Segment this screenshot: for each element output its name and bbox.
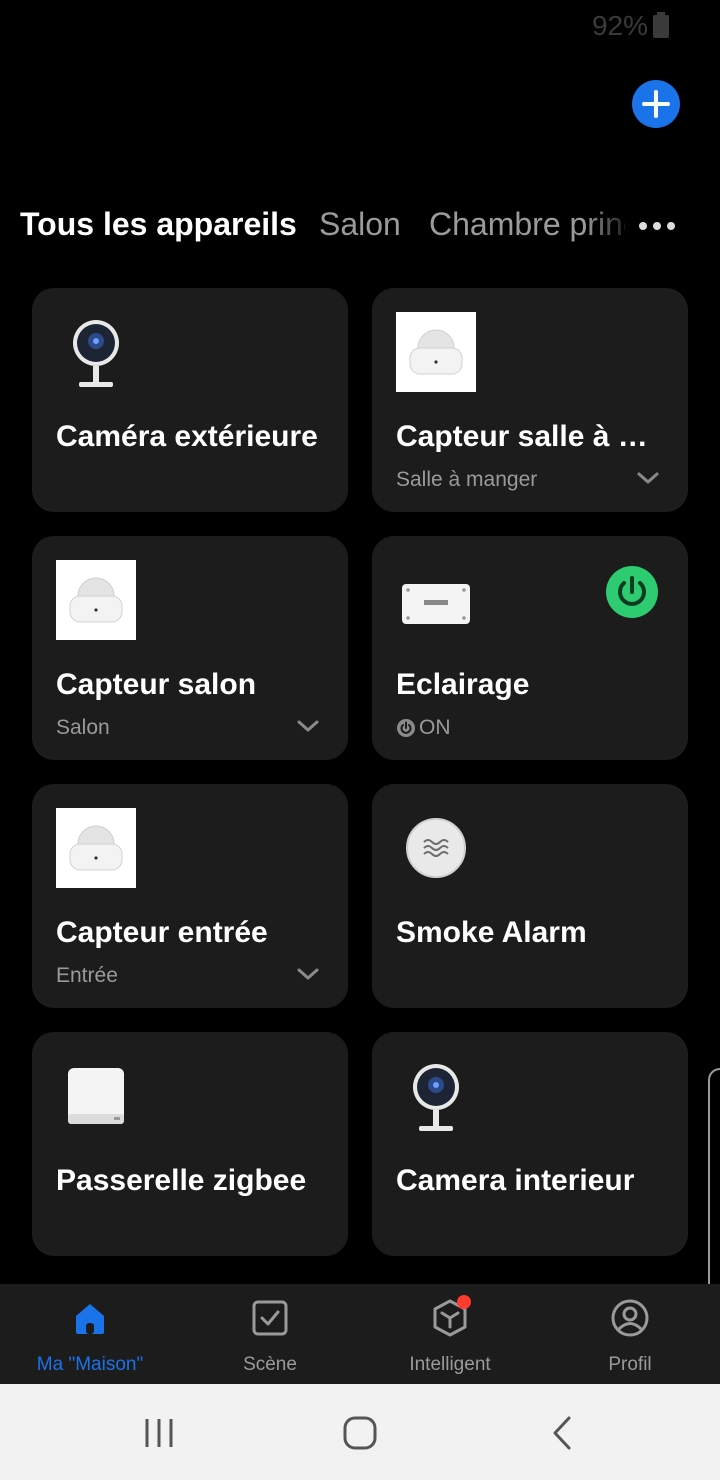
nav-ma-maison[interactable]: Ma "Maison" (0, 1284, 180, 1384)
device-name: Capteur salle à manger (396, 420, 666, 453)
notification-badge (457, 1295, 471, 1309)
motion-sensor-icon (396, 312, 476, 392)
nav-label: Scène (243, 1354, 297, 1375)
device-name: Capteur salon (56, 668, 257, 701)
profile-icon (611, 1299, 649, 1337)
device-room: Salle à manger (396, 468, 538, 491)
nav-scene[interactable]: Scène (180, 1284, 360, 1384)
home-button-icon[interactable] (335, 1408, 385, 1458)
device-name: Passerelle zigbee (56, 1164, 307, 1197)
motion-sensor-icon (56, 560, 136, 640)
chevron-down-icon[interactable] (296, 966, 320, 982)
system-navigation-bar (0, 1384, 720, 1480)
motion-sensor-icon (56, 808, 136, 888)
device-card-camera-exterieure[interactable]: Caméra extérieure (32, 288, 348, 512)
room-tabs: Tous les appareils Salon Chambre princip… (0, 200, 720, 252)
device-state-label: ON (419, 716, 451, 739)
camera-icon (413, 1064, 459, 1131)
chevron-down-icon[interactable] (296, 718, 320, 734)
device-room: Salon (56, 716, 110, 739)
nav-label: Profil (608, 1354, 652, 1375)
battery-percentage: 92% (591, 10, 648, 41)
tab-all-devices[interactable]: Tous les appareils (20, 206, 297, 243)
smart-switch-icon (402, 584, 470, 624)
power-icon (397, 719, 415, 737)
device-state: ON (396, 716, 451, 740)
bottom-navigation: Ma "Maison" Scène Intelligent Profil (0, 1284, 720, 1384)
back-icon[interactable] (537, 1408, 587, 1458)
camera-icon (73, 320, 119, 387)
scene-checkbox-icon (252, 1300, 288, 1336)
status-bar: 92% (0, 0, 720, 50)
tab-salon[interactable]: Salon (319, 206, 401, 243)
nav-label: Ma "Maison" (36, 1354, 144, 1375)
device-name: Capteur entrée (56, 916, 268, 949)
device-card-capteur-salle-a-manger[interactable]: Capteur salle à manger Salle à manger (372, 288, 688, 512)
plus-icon (642, 90, 670, 118)
battery-icon (653, 12, 669, 38)
power-toggle-button[interactable] (606, 566, 658, 618)
add-device-button[interactable] (632, 80, 680, 128)
smoke-alarm-icon (406, 818, 466, 878)
more-options-icon[interactable] (630, 208, 684, 244)
device-card-capteur-entree[interactable]: Capteur entrée Entrée (32, 784, 348, 1008)
nav-profil[interactable]: Profil (540, 1284, 720, 1384)
power-icon (618, 576, 646, 606)
tabs-fade-overlay (585, 200, 635, 252)
device-card-smoke-alarm[interactable]: Smoke Alarm (372, 784, 688, 1008)
device-name: Smoke Alarm (396, 916, 587, 949)
device-name: Camera interieur (396, 1164, 635, 1197)
device-card-capteur-salon[interactable]: Capteur salon Salon (32, 536, 348, 760)
device-name: Eclairage (396, 668, 530, 701)
home-icon (76, 1304, 104, 1334)
chevron-down-icon[interactable] (636, 470, 660, 486)
device-card-camera-interieur[interactable]: Camera interieur (372, 1032, 688, 1256)
device-card-passerelle-zigbee[interactable]: Passerelle zigbee (32, 1032, 348, 1256)
device-room: Entrée (56, 964, 118, 987)
zigbee-gateway-icon (68, 1068, 124, 1124)
device-card-eclairage[interactable]: Eclairage ON (372, 536, 688, 760)
recent-apps-icon[interactable] (134, 1408, 184, 1458)
nav-intelligent[interactable]: Intelligent (360, 1284, 540, 1384)
nav-label: Intelligent (409, 1354, 491, 1375)
device-name: Caméra extérieure (56, 420, 318, 453)
